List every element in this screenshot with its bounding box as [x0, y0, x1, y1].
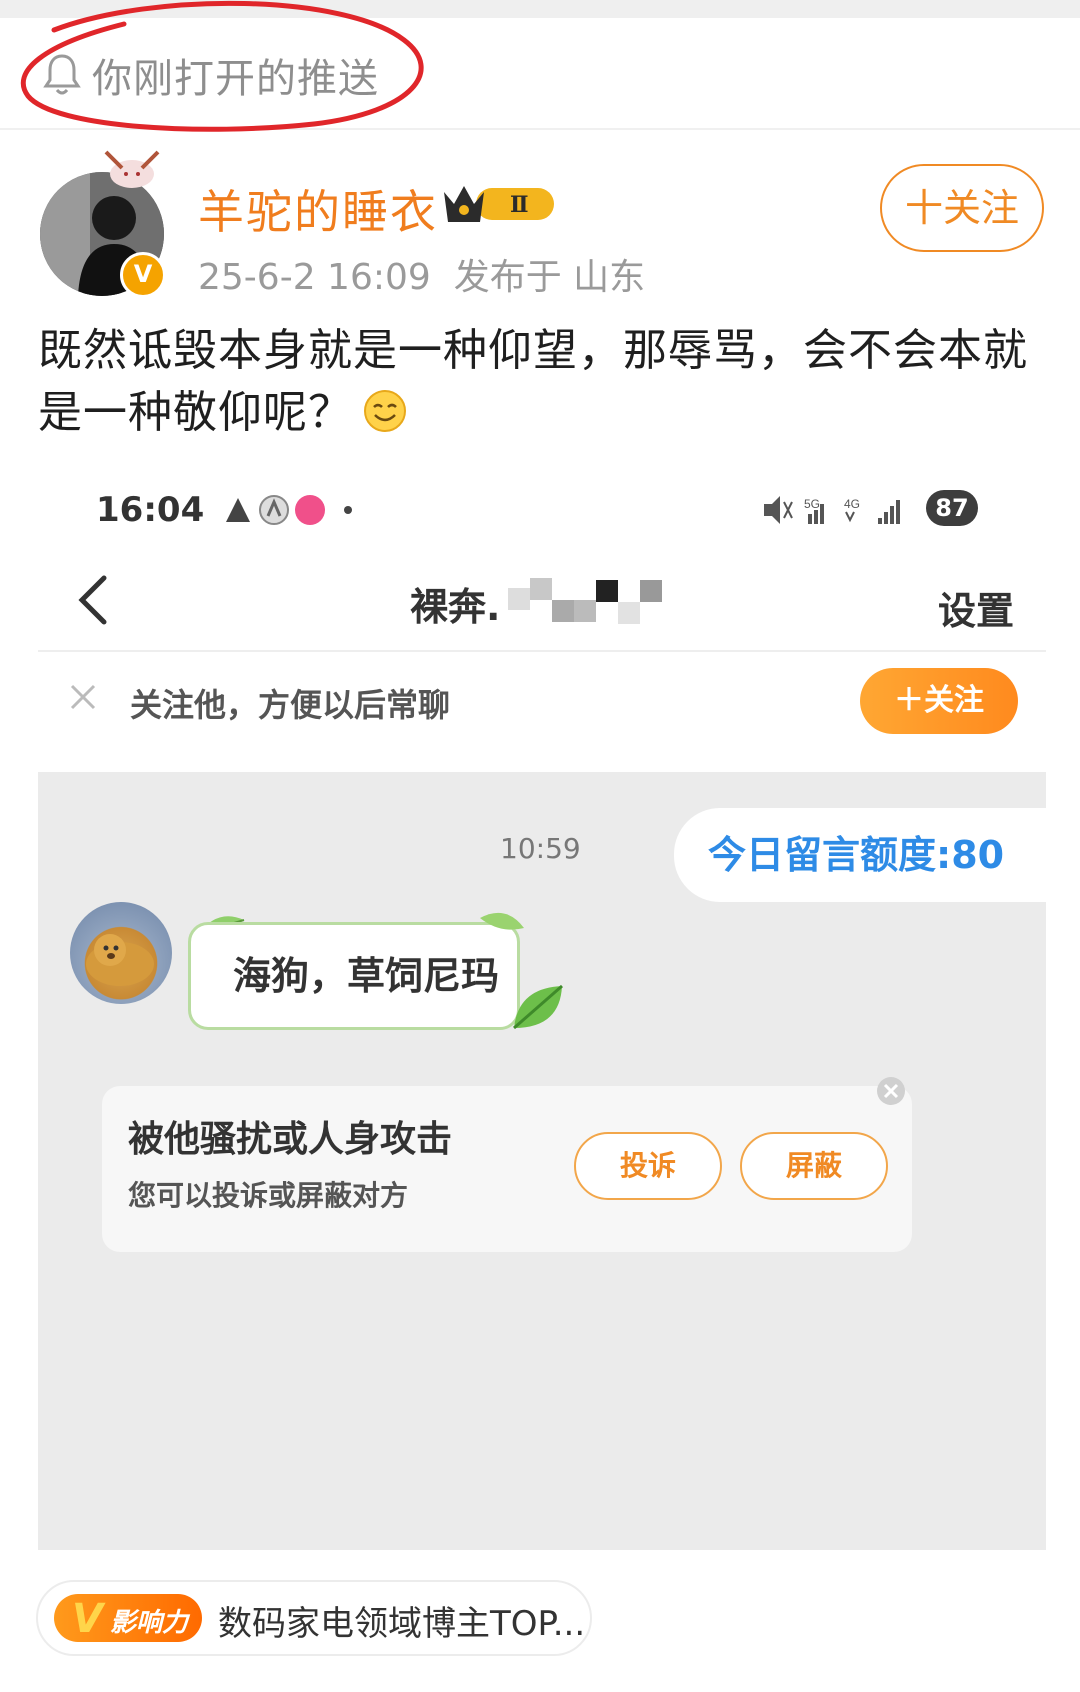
pixelated-name-mosaic	[508, 578, 662, 624]
influence-badge-letter: V	[72, 1596, 103, 1642]
svg-text:4G: 4G	[844, 497, 860, 511]
influence-text: 数码家电领域博主TOP...	[218, 1604, 586, 1644]
post-meta: 25-6-2 16:09 发布于 山东	[198, 248, 645, 300]
crown-level-badge-icon: Ⅱ	[444, 186, 554, 222]
follow-orange-button[interactable]: ＋关注	[860, 668, 1018, 734]
embedded-chat-screenshot: 16:04 5G 4G 87 裸奔. 设置 关注他，方便以后常聊 ＋关注 10:…	[38, 470, 1046, 1550]
harassment-subtitle: 您可以投诉或屏蔽对方	[128, 1179, 409, 1212]
leaf-decoration-icon	[513, 984, 563, 1030]
follow-suggestion-bar: 关注他，方便以后常聊 ＋关注	[38, 652, 1046, 748]
level-badge-text: Ⅱ	[510, 192, 529, 218]
follow-button[interactable]: 十关注	[880, 164, 1044, 252]
dog-icon	[86, 934, 154, 986]
chat-timestamp: 10:59	[500, 832, 581, 865]
message-quota-bubble: 今日留言额度:80	[674, 808, 1046, 902]
leaf-decoration-icon	[480, 912, 524, 930]
influence-badge: V 影响力	[54, 1594, 202, 1642]
avatar-decoration-icon	[104, 150, 160, 188]
status-notification-icons	[226, 495, 352, 525]
follow-tip-text: 关注他，方便以后常聊	[130, 686, 451, 724]
author-name[interactable]: 羊驼的睡衣	[198, 176, 438, 242]
post-location: 发布于 山东	[453, 257, 646, 298]
close-icon[interactable]	[68, 682, 98, 712]
back-arrow-icon[interactable]	[74, 570, 114, 630]
status-time: 16:04	[96, 490, 205, 530]
chat-area: 10:59 今日留言额度:80 海狗，草饲尼玛 被他骚扰或人身攻击 您可以投诉或…	[38, 772, 1046, 1550]
battery-indicator: 87	[926, 490, 978, 526]
smile-emoji-icon	[364, 390, 406, 432]
push-banner[interactable]: 你刚打开的推送	[0, 18, 1080, 130]
push-banner-text: 你刚打开的推送	[92, 56, 379, 102]
bell-icon	[43, 54, 81, 95]
post-time: 25-6-2 16:09	[198, 257, 431, 298]
block-button[interactable]: 屏蔽	[740, 1132, 888, 1200]
post-content-text: 既然诋毁本身就是一种仰望，那辱骂，会不会本就是一种敬仰呢？	[38, 325, 1028, 438]
influence-tag[interactable]: V 影响力 数码家电领域博主TOP...	[36, 1580, 592, 1656]
complain-button[interactable]: 投诉	[574, 1132, 722, 1200]
svg-text:5G: 5G	[804, 497, 820, 511]
close-circle-icon[interactable]	[876, 1076, 906, 1106]
influence-badge-label: 影响力	[110, 1608, 189, 1638]
message-bubble: 海狗，草饲尼玛	[188, 922, 520, 1030]
harassment-title: 被他骚扰或人身攻击	[128, 1119, 453, 1160]
harassment-card: 被他骚扰或人身攻击 您可以投诉或屏蔽对方 投诉 屏蔽	[102, 1086, 912, 1252]
verified-badge: V	[120, 252, 166, 298]
post-content: 既然诋毁本身就是一种仰望，那辱骂，会不会本就是一种敬仰呢？	[38, 320, 1048, 444]
chat-title: 裸奔.	[410, 585, 501, 629]
top-strip	[0, 0, 1080, 18]
sender-avatar[interactable]	[70, 902, 172, 1004]
settings-link[interactable]: 设置	[938, 580, 1014, 635]
